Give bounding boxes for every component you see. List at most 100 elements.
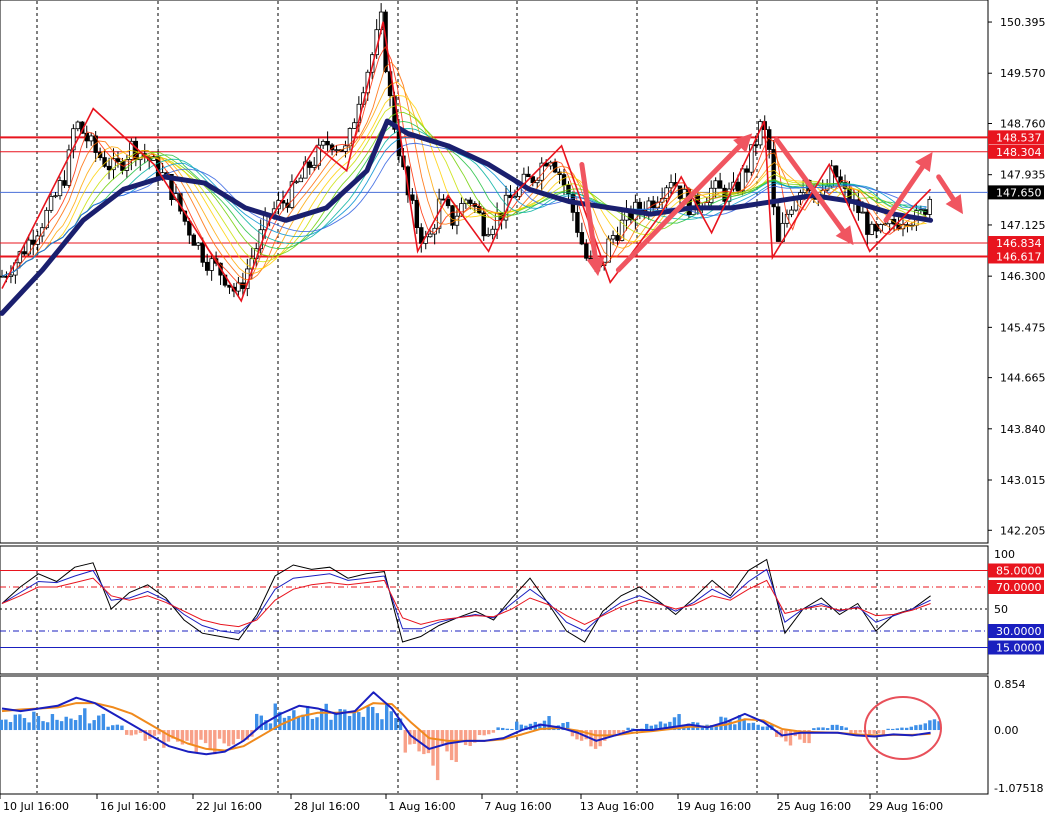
price-label: 150.395: [1000, 16, 1046, 29]
candle-body: [668, 182, 674, 189]
stochastic-axis-label: 100: [994, 548, 1015, 561]
histogram-bar: [909, 726, 914, 731]
histogram-bar: [905, 727, 909, 731]
histogram-bar: [97, 715, 101, 731]
histogram-bar: [761, 726, 765, 731]
histogram-bar: [501, 727, 505, 731]
histogram-bar: [92, 720, 96, 731]
candle-body: [735, 181, 741, 192]
histogram-bar: [203, 730, 208, 744]
price-label: 143.015: [1000, 474, 1046, 487]
price-label: 142.205: [1000, 524, 1046, 537]
histogram-bar: [617, 730, 621, 734]
candle-body: [62, 180, 67, 186]
histogram-bar: [347, 715, 352, 731]
candle-body: [740, 168, 745, 192]
histogram-bar: [4, 719, 8, 731]
histogram-bar: [310, 718, 315, 731]
candle-body: [414, 199, 420, 228]
stochastic-level-label: 70.0000: [996, 581, 1042, 594]
candle-body: [771, 149, 776, 208]
macd-panel[interactable]: 0.854 0.00 -1.07518: [0, 675, 1043, 795]
price-panel[interactable]: 150.395 149.570 148.760 147.935 147.125 146.3…: [0, 0, 1046, 544]
histogram-bar: [13, 714, 17, 731]
histogram-bar: [389, 711, 394, 731]
candle-body: [445, 198, 451, 207]
histogram-bar: [366, 706, 370, 731]
candle-body: [869, 223, 874, 235]
price-label: 147.935: [1000, 169, 1046, 182]
price-axis: 150.395 149.570 148.760 147.935 147.125 146.3…: [988, 16, 1046, 537]
candle: [450, 205, 455, 230]
level-label: 146.617: [996, 250, 1042, 263]
candle-body: [89, 135, 94, 142]
histogram-bar: [217, 730, 222, 739]
trading-chart[interactable]: 150.395 149.570 148.760 147.935 147.125 146.3…: [0, 0, 1055, 815]
date-label: 16 Jul 16:00: [100, 800, 166, 813]
candle-body: [115, 158, 121, 162]
candle-body: [717, 180, 723, 189]
candle-body: [552, 161, 558, 173]
histogram-bar: [41, 721, 45, 731]
candle-body: [75, 121, 81, 130]
histogram-bar: [305, 705, 310, 731]
histogram-bar: [487, 730, 491, 735]
candle-body: [191, 234, 196, 246]
histogram-bar: [394, 718, 398, 731]
histogram-bar: [0, 719, 4, 731]
histogram-bar: [287, 715, 291, 731]
date-label: 1 Aug 16:00: [388, 800, 455, 813]
candle-body: [294, 181, 299, 184]
histogram-bar: [463, 730, 468, 746]
candle-body: [22, 251, 27, 255]
candle-body: [427, 233, 433, 238]
macd-axis-label: -1.07518: [994, 782, 1043, 795]
histogram-bar: [385, 704, 389, 731]
histogram-bar: [324, 703, 328, 731]
candle-body: [713, 180, 718, 189]
histogram-bar: [835, 724, 839, 731]
histogram-bar: [36, 716, 41, 731]
price-label: 148.760: [1000, 117, 1046, 130]
histogram-bar: [510, 728, 514, 731]
histogram-bar: [844, 727, 848, 731]
histogram-bar: [227, 730, 231, 747]
candle-body: [468, 199, 473, 204]
stochastic-level-label: 30.0000: [996, 625, 1042, 638]
candle-body: [196, 242, 201, 246]
price-label: 143.840: [1000, 423, 1046, 436]
date-axis: 10 Jul 16:00 16 Jul 16:00 22 Jul 16:00 28 J…: [0, 794, 943, 813]
histogram-bar: [747, 723, 751, 731]
histogram-bar: [259, 715, 264, 731]
histogram-bar: [50, 714, 55, 731]
date-label: 25 Aug 16:00: [777, 800, 851, 813]
histogram-bar: [468, 730, 472, 746]
histogram-bar: [106, 726, 110, 731]
stochastic-axis: 100 50 85.0000 70.0000 30.0000 15.0000: [988, 548, 1044, 655]
candle-body: [352, 122, 357, 129]
histogram-bar: [505, 728, 510, 731]
macd-axis-label: 0.854: [994, 678, 1026, 691]
histogram-bar: [352, 711, 356, 731]
histogram-bar: [185, 730, 189, 741]
candle-body: [615, 235, 620, 241]
histogram-bar: [477, 730, 482, 736]
histogram-bar: [120, 725, 124, 731]
histogram-bar: [375, 713, 380, 731]
price-label: 149.570: [1000, 67, 1046, 80]
histogram-bar: [756, 724, 760, 731]
histogram-bar: [830, 724, 835, 731]
date-label: 29 Aug 16:00: [869, 800, 943, 813]
level-label: 146.834: [996, 237, 1042, 250]
histogram-bar: [78, 715, 82, 731]
candle: [66, 144, 72, 189]
stochastic-panel[interactable]: 100 50 85.0000 70.0000 30.0000 15.0000: [0, 545, 1044, 675]
histogram-bar: [189, 730, 194, 745]
candle-body: [923, 209, 928, 215]
candle-body: [775, 206, 781, 242]
histogram-bar: [357, 712, 361, 731]
histogram-bar: [134, 730, 138, 735]
candle-body: [0, 275, 5, 278]
histogram-bar: [64, 716, 68, 731]
histogram-bar: [928, 720, 932, 731]
